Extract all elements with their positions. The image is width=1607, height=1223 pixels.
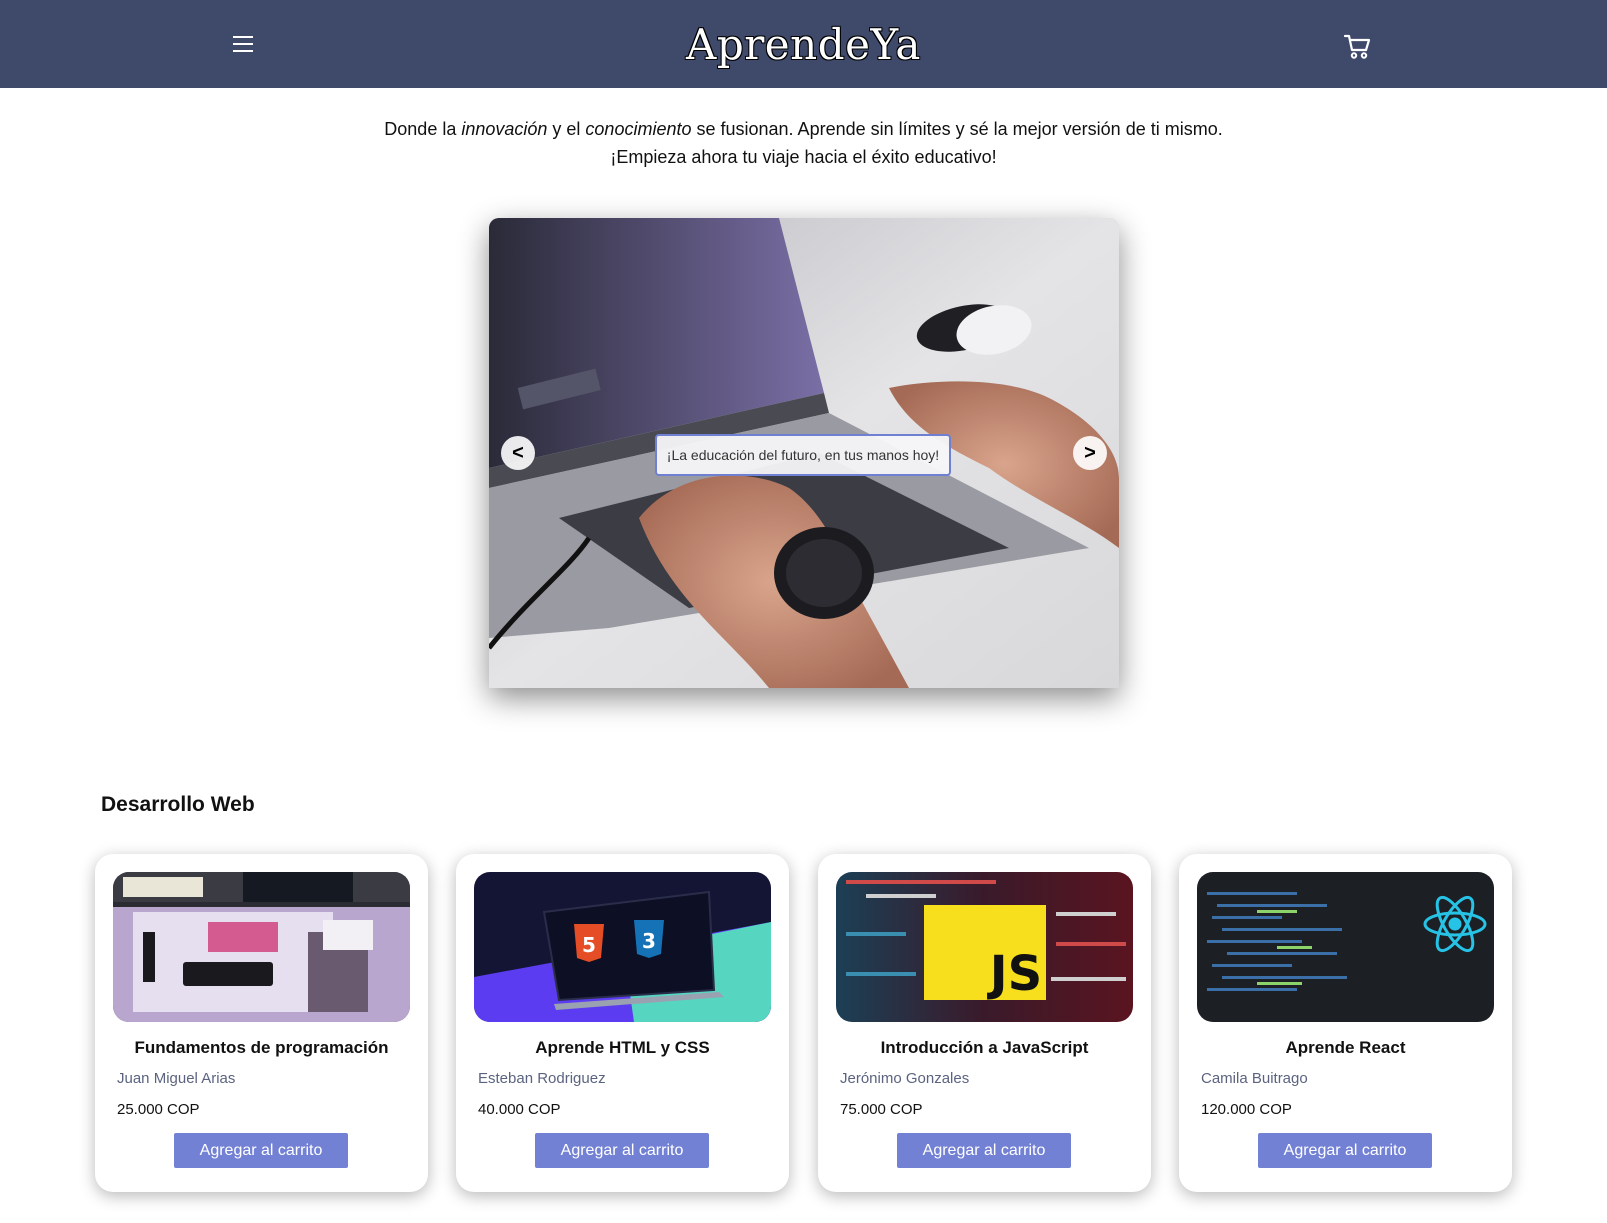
course-title: Fundamentos de programación bbox=[134, 1038, 389, 1057]
course-image-html-css: 5 3 bbox=[474, 872, 771, 1022]
svg-text:3: 3 bbox=[642, 929, 656, 953]
course-author: Esteban Rodriguez bbox=[478, 1070, 606, 1087]
course-title: Introducción a JavaScript bbox=[880, 1038, 1089, 1057]
course-card: Aprende React Camila Buitrago 120.000 CO… bbox=[1179, 854, 1512, 1192]
svg-text:5: 5 bbox=[582, 933, 596, 957]
hamburger-menu-icon[interactable] bbox=[232, 33, 254, 55]
course-author: Juan Miguel Arias bbox=[117, 1070, 236, 1087]
course-price: 120.000 COP bbox=[1201, 1101, 1292, 1118]
section-title: Desarrollo Web bbox=[101, 793, 255, 816]
course-title: Aprende HTML y CSS bbox=[535, 1038, 710, 1057]
svg-text:JS: JS bbox=[987, 946, 1042, 1002]
intro-line-1: Donde la innovación y el conocimiento se… bbox=[384, 119, 1223, 139]
top-navbar: AprendeYa bbox=[0, 0, 1607, 88]
hero-carousel: < ¡La educación del futuro, en tus manos… bbox=[489, 218, 1119, 688]
course-image-desk bbox=[113, 872, 410, 1022]
course-image-javascript: JS bbox=[836, 872, 1133, 1022]
course-price: 75.000 COP bbox=[840, 1101, 923, 1118]
course-card: Fundamentos de programación Juan Miguel … bbox=[95, 854, 428, 1192]
carousel-prev-button[interactable]: < bbox=[501, 436, 535, 470]
course-card: 5 3 Aprende HTML y CSS Esteban Rodriguez… bbox=[456, 854, 789, 1192]
course-author: Jerónimo Gonzales bbox=[840, 1070, 970, 1087]
course-card: JS Introducción a JavaScript Jerónimo Go… bbox=[818, 854, 1151, 1192]
course-title: Aprende React bbox=[1285, 1038, 1406, 1057]
carousel-next-button[interactable]: > bbox=[1073, 436, 1107, 470]
course-price: 25.000 COP bbox=[117, 1101, 200, 1118]
add-to-cart-button[interactable]: Agregar al carrito bbox=[535, 1133, 709, 1168]
course-author: Camila Buitrago bbox=[1201, 1070, 1308, 1087]
course-image-react bbox=[1197, 872, 1494, 1022]
carousel-caption: ¡La educación del futuro, en tus manos h… bbox=[655, 434, 951, 476]
add-to-cart-button[interactable]: Agregar al carrito bbox=[1258, 1133, 1432, 1168]
add-to-cart-button[interactable]: Agregar al carrito bbox=[897, 1133, 1071, 1168]
course-price: 40.000 COP bbox=[478, 1101, 561, 1118]
shopping-cart-icon[interactable] bbox=[1342, 31, 1372, 61]
add-to-cart-button[interactable]: Agregar al carrito bbox=[174, 1133, 348, 1168]
intro-line-2: ¡Empieza ahora tu viaje hacia el éxito e… bbox=[610, 147, 997, 167]
intro-text: Donde la innovación y el conocimiento se… bbox=[0, 115, 1607, 171]
